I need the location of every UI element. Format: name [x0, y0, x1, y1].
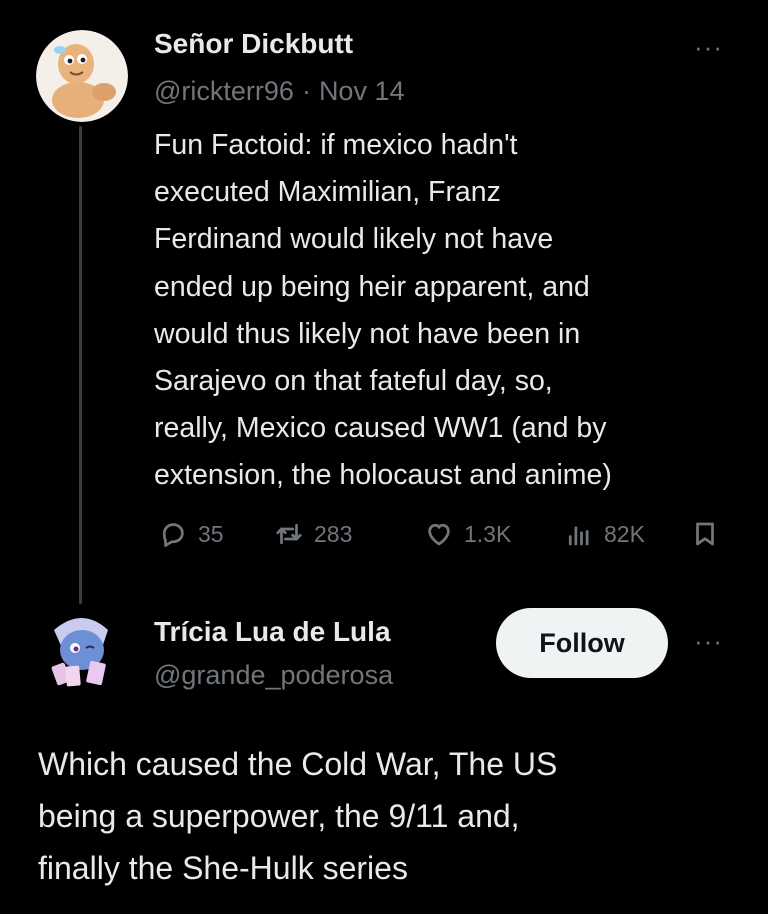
reply-text-line: finally the She-Hulk series — [38, 850, 408, 886]
author-handle[interactable]: @rickterr96 — [154, 76, 294, 106]
heart-icon — [428, 523, 450, 546]
repost-icon — [276, 523, 302, 545]
reply-count: 35 — [198, 520, 224, 547]
author-avatar[interactable] — [36, 30, 128, 122]
reply-author-handle[interactable]: @grande_poderosa — [154, 660, 393, 691]
tweet-text-line: really, Mexico caused WW1 (and by — [154, 412, 607, 445]
tweet-text-line: Fun Factoid: if mexico hadn't — [154, 129, 518, 161]
avatar-image — [36, 604, 128, 696]
tweet-text-line: Ferdinand would likely not have — [154, 223, 554, 256]
reply-text-line: being a superpower, the 9/11 and, — [38, 798, 520, 834]
bookmark-icon — [696, 522, 714, 546]
tweet-text-line: Sarajevo on that fateful day, so, — [154, 365, 553, 398]
reply-more-icon[interactable]: ··· — [694, 628, 723, 654]
views-count: 82K — [604, 520, 645, 547]
tweet-text: Fun Factoid: if mexico hadn't executed M… — [154, 122, 734, 500]
author-meta: @rickterr96 · Nov 14 — [154, 76, 405, 107]
reply-author-avatar[interactable] — [36, 604, 128, 696]
reply-text-line: Which caused the Cold War, The US — [38, 746, 558, 782]
reply-text: Which caused the Cold War, The US being … — [38, 738, 738, 894]
like-count: 1.3K — [464, 520, 512, 547]
views-icon — [568, 526, 589, 546]
tweet-text-line: executed Maximilian, Franz — [154, 176, 501, 209]
repost-button[interactable]: 283 — [274, 514, 352, 554]
follow-button[interactable]: Follow — [496, 608, 668, 678]
meta-separator: · — [301, 76, 311, 106]
thread-connector-line — [79, 126, 82, 604]
tweet-text-line: would thus likely not have been in — [154, 317, 581, 350]
reply-author-name[interactable]: Trícia Lua de Lula — [154, 616, 391, 648]
views-button[interactable]: 82K — [564, 514, 645, 554]
tweet-action-bar: 35 283 1.3K 82K — [152, 514, 722, 554]
reply-button[interactable]: 35 — [158, 514, 224, 554]
reply-icon — [162, 523, 184, 547]
author-name[interactable]: Señor Dickbutt — [154, 28, 353, 60]
tweet-more-icon[interactable]: ··· — [694, 34, 723, 60]
like-button[interactable]: 1.3K — [424, 514, 511, 554]
repost-count: 283 — [314, 520, 353, 547]
bookmark-button[interactable] — [690, 514, 720, 554]
tweet-date[interactable]: Nov 14 — [319, 76, 405, 106]
avatar-image — [36, 30, 128, 122]
tweet-text-line: extension, the holocaust and anime) — [154, 459, 612, 492]
tweet-text-line: ended up being heir apparent, and — [154, 270, 590, 303]
